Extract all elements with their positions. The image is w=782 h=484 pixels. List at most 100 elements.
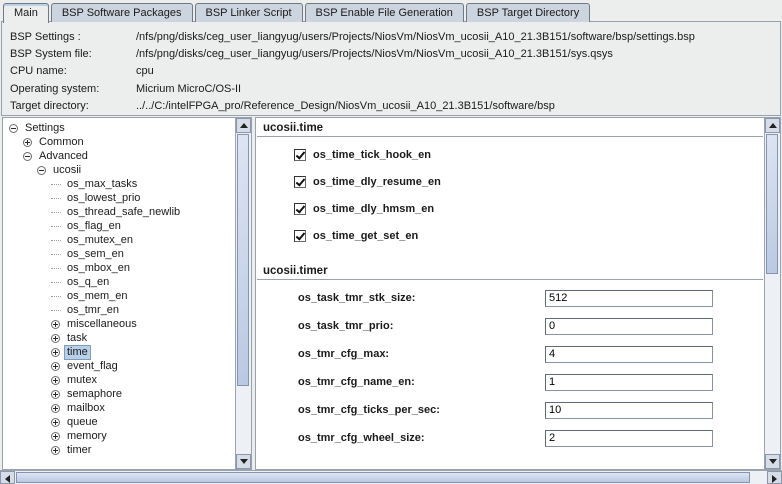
tree-item-os_mutex_en[interactable]: os_mutex_en [5,233,234,247]
horizontal-scrollbar[interactable] [0,470,782,484]
group-title-ucosii-timer: ucosii.timer [263,265,328,277]
tree-item-semaphore[interactable]: semaphore [5,387,234,401]
tree-item-label: timer [64,444,94,457]
panel-vertical-scrollbar[interactable] [764,118,780,469]
tree-item-label: os_mem_en [64,290,131,303]
scroll-thumb[interactable] [237,134,249,386]
tree-item-advanced[interactable]: Advanced [5,149,234,163]
tree-item-label: event_flag [64,360,121,373]
tab-bsp-target-directory[interactable]: BSP Target Directory [466,3,590,22]
triangle-right-icon [772,475,777,483]
tree-item-label: Settings [22,122,68,135]
tree-item-mailbox[interactable]: mailbox [5,401,234,415]
row-os_tmr_cfg_max: os_tmr_cfg_max: [257,340,763,368]
group-ucosii-timer: ucosii.timer os_task_tmr_stk_size: os_ta… [257,263,763,452]
tree-connector [51,254,61,255]
tree-item-os_mem_en[interactable]: os_mem_en [5,289,234,303]
tree-item-timer[interactable]: timer [5,443,234,457]
tree-expanded-icon[interactable] [9,124,18,133]
tree-item-ucosii[interactable]: ucosii [5,163,234,177]
os_task_tmr_stk_size-input[interactable] [545,290,713,307]
os_time_dly_hmsm_en-checkbox[interactable] [294,203,306,215]
tree-collapsed-icon[interactable] [51,418,60,427]
scroll-thumb[interactable] [766,134,778,274]
tab-bsp-software-packages[interactable]: BSP Software Packages [51,3,193,22]
tree-item-label: Advanced [36,150,91,163]
scroll-thumb[interactable] [16,472,750,483]
os_tmr_cfg_name_en-input[interactable] [545,374,713,391]
tree-item-os_sem_en[interactable]: os_sem_en [5,247,234,261]
tree-item-label: ucosii [50,164,84,177]
tree-item-settings[interactable]: Settings [5,121,234,135]
tree-collapsed-icon[interactable] [51,376,60,385]
tree-collapsed-icon[interactable] [51,390,60,399]
tree-item-time[interactable]: time [5,345,234,359]
tree-expanded-icon[interactable] [37,166,46,175]
tree-connector [51,282,61,283]
field-label: os_task_tmr_prio: [298,320,545,332]
cpu-name-label: CPU name: [2,65,134,77]
info-row-target-directory: Target directory: ../../C:/intelFPGA_pro… [2,98,780,115]
tree-item-os_thread_safe_newlib[interactable]: os_thread_safe_newlib [5,205,234,219]
tree-collapsed-icon[interactable] [51,362,60,371]
scroll-right-button[interactable] [767,471,782,484]
os_time_get_set_en-checkbox[interactable] [294,230,306,242]
tree-collapsed-icon[interactable] [51,432,60,441]
tree-connector [51,240,61,241]
tree-item-label-selected: time [64,345,91,360]
scroll-down-button[interactable] [765,454,780,469]
tree-item-os_lowest_prio[interactable]: os_lowest_prio [5,191,234,205]
target-directory-label: Target directory: [2,100,134,112]
triangle-up-icon [240,123,248,128]
tree-item-memory[interactable]: memory [5,429,234,443]
tree-item-event_flag[interactable]: event_flag [5,359,234,373]
tree-item-common[interactable]: Common [5,135,234,149]
os_tmr_cfg_wheel_size-input[interactable] [545,430,713,447]
tree-item-task[interactable]: task [5,331,234,345]
tree-item-label: os_max_tasks [64,178,140,191]
bsp-settings-value: /nfs/png/disks/ceg_user_liangyug/users/P… [134,31,695,43]
tree-collapsed-icon[interactable] [51,320,60,329]
tree-item-label: os_flag_en [64,220,124,233]
tree-collapsed-icon[interactable] [51,348,60,357]
tab-bar: Main BSP Software Packages BSP Linker Sc… [0,0,782,22]
field-label: os_task_tmr_stk_size: [298,292,545,304]
tree-item-label: mailbox [64,402,108,415]
field-label: os_tmr_cfg_wheel_size: [298,432,545,444]
tree-vertical-scrollbar[interactable] [235,118,251,469]
tab-bsp-enable-file-generation[interactable]: BSP Enable File Generation [305,3,464,22]
scroll-up-button[interactable] [765,118,780,133]
group-ucosii-time: ucosii.time os_time_tick_hook_en os_time… [257,120,763,249]
group-title-ucosii-time: ucosii.time [263,122,323,134]
tree-collapsed-icon[interactable] [51,334,60,343]
row-os_time_get_set_en: os_time_get_set_en [294,222,763,249]
triangle-down-icon [769,459,777,464]
tab-main[interactable]: Main [3,3,49,23]
os_tmr_cfg_max-input[interactable] [545,346,713,363]
tree-item-miscellaneous[interactable]: miscellaneous [5,317,234,331]
row-os_time_tick_hook_en: os_time_tick_hook_en [294,141,763,168]
os_tmr_cfg_ticks_per_sec-input[interactable] [545,402,713,419]
tree-item-os_max_tasks[interactable]: os_max_tasks [5,177,234,191]
tree-collapsed-icon[interactable] [51,404,60,413]
tree-item-os_mbox_en[interactable]: os_mbox_en [5,261,234,275]
tab-bsp-linker-script[interactable]: BSP Linker Script [195,3,303,22]
scroll-left-button[interactable] [0,471,15,484]
os_time_tick_hook_en-checkbox[interactable] [294,149,306,161]
tree-collapsed-icon[interactable] [51,446,60,455]
bsp-system-file-label: BSP System file: [2,48,134,60]
tree-expanded-icon[interactable] [23,152,32,161]
triangle-down-icon [240,459,248,464]
os_time_dly_resume_en-checkbox[interactable] [294,176,306,188]
tree-item-os_q_en[interactable]: os_q_en [5,275,234,289]
tree-item-label: queue [64,416,101,429]
os_task_tmr_prio-input[interactable] [545,318,713,335]
tree-collapsed-icon[interactable] [23,138,32,147]
tree-item-mutex[interactable]: mutex [5,373,234,387]
triangle-left-icon [5,475,10,483]
scroll-down-button[interactable] [236,454,251,469]
scroll-up-button[interactable] [236,118,251,133]
tree-item-os_tmr_en[interactable]: os_tmr_en [5,303,234,317]
tree-item-os_flag_en[interactable]: os_flag_en [5,219,234,233]
tree-item-queue[interactable]: queue [5,415,234,429]
